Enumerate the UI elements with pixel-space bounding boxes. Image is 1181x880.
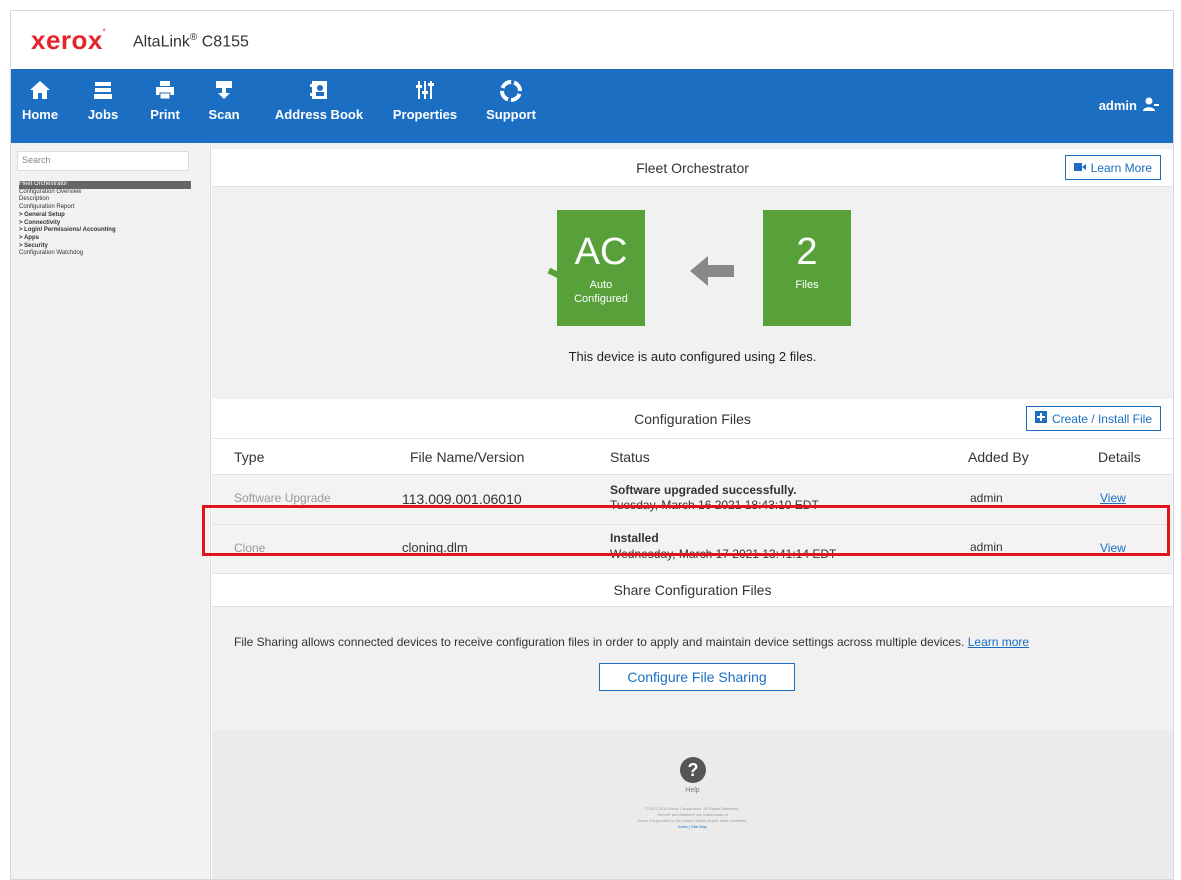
footer-links[interactable]: Index | Site Map	[212, 824, 1173, 830]
column-added-by: Added By	[968, 449, 1029, 465]
files-count-tile: 2 Files	[763, 210, 851, 326]
main-content: Fleet Orchestrator Learn More AC Auto Co…	[212, 143, 1173, 879]
create-install-file-button[interactable]: Create / Install File	[1025, 406, 1161, 431]
printer-icon	[145, 79, 185, 103]
xerox-logo: xerox°	[31, 25, 107, 55]
sliders-icon	[389, 79, 461, 103]
help-label: Help	[685, 787, 700, 794]
arrow-left-icon	[690, 254, 734, 293]
configure-file-sharing-button[interactable]: Configure File Sharing	[599, 663, 795, 691]
learn-more-button[interactable]: Learn More	[1064, 155, 1161, 180]
sidebar-item-configuration-overview[interactable]: Configuration Overview	[19, 189, 191, 197]
page-title: Fleet Orchestrator	[636, 160, 749, 176]
search-input[interactable]: Search	[17, 151, 189, 171]
legal-text: ©2017-2019 Xerox Corporation. All Rights…	[212, 806, 1173, 830]
sidebar-item-fleet-orchestrator[interactable]: Fleet Orchestrator	[19, 181, 191, 189]
sidebar-item-apps[interactable]: > Apps	[19, 235, 191, 243]
user-icon	[1143, 97, 1159, 114]
sidebar-item-security[interactable]: > Security	[19, 243, 191, 251]
share-title: Share Configuration Files	[613, 582, 772, 598]
main-toolbar: Home Jobs Print Scan Address Book Proper…	[11, 69, 1173, 143]
column-details: Details	[1098, 449, 1141, 465]
video-icon	[1073, 161, 1086, 175]
toolbar-jobs[interactable]: Jobs	[83, 79, 123, 122]
toolbar-scan[interactable]: Scan	[207, 79, 241, 122]
config-files-header: Configuration Files Create / Install Fil…	[212, 399, 1173, 439]
table-header: Type File Name/Version Status Added By D…	[212, 439, 1173, 475]
toolbar-address-book[interactable]: Address Book	[273, 79, 365, 122]
device-model: AltaLink® C8155	[133, 32, 249, 51]
column-status: Status	[610, 449, 650, 465]
jobs-icon	[83, 79, 123, 103]
share-description: File Sharing allows connected devices to…	[234, 635, 1030, 649]
table-row: Clone cloning.dlm Installed Wednesday, M…	[212, 525, 1173, 573]
column-file-name: File Name/Version	[410, 449, 525, 465]
sidebar-item-connectivity[interactable]: > Connectivity	[19, 220, 191, 228]
sidebar-item-login-permissions-accounting[interactable]: > Login/ Permissions/ Accounting	[19, 227, 191, 235]
help-icon[interactable]: ?	[680, 757, 706, 783]
sidebar-item-description[interactable]: Description	[19, 196, 191, 204]
auto-configured-tile: AC Auto Configured	[557, 210, 645, 326]
sidebar-item-configuration-watchdog[interactable]: Configuration Watchdog	[19, 250, 191, 258]
address-book-icon	[273, 79, 365, 103]
brand-header: xerox° AltaLink® C8155	[11, 11, 1173, 69]
column-type: Type	[234, 449, 265, 465]
footer: ? Help ©2017-2019 Xerox Corporation. All…	[212, 730, 1173, 879]
browser-frame: xerox° AltaLink® C8155 Home Jobs Print S…	[10, 10, 1174, 880]
user-menu[interactable]: admin	[1099, 97, 1159, 114]
scan-icon	[207, 79, 241, 103]
toolbar-support[interactable]: Support	[483, 79, 539, 122]
share-header: Share Configuration Files	[212, 573, 1173, 607]
sidebar: Search Fleet Orchestrator Configuration …	[11, 143, 211, 879]
table-row: Software Upgrade 113.009.001.06010 Softw…	[212, 475, 1173, 525]
sidebar-item-general-setup[interactable]: > General Setup	[19, 212, 191, 220]
plus-icon	[1034, 411, 1047, 426]
auto-config-description: This device is auto configured using 2 f…	[568, 349, 817, 364]
view-link[interactable]: View	[1100, 541, 1126, 555]
toolbar-properties[interactable]: Properties	[389, 79, 461, 122]
view-link[interactable]: View	[1100, 491, 1126, 505]
learn-more-link[interactable]: Learn more	[968, 635, 1029, 649]
home-icon	[19, 79, 61, 103]
toolbar-print[interactable]: Print	[145, 79, 185, 122]
sidebar-nav: Fleet Orchestrator Configuration Overvie…	[19, 181, 191, 258]
lifebuoy-icon	[483, 79, 539, 103]
toolbar-home[interactable]: Home	[19, 79, 61, 122]
sidebar-item-configuration-report[interactable]: Configuration Report	[19, 204, 191, 212]
user-name: admin	[1098, 98, 1137, 113]
fleet-header: Fleet Orchestrator Learn More	[212, 149, 1173, 187]
